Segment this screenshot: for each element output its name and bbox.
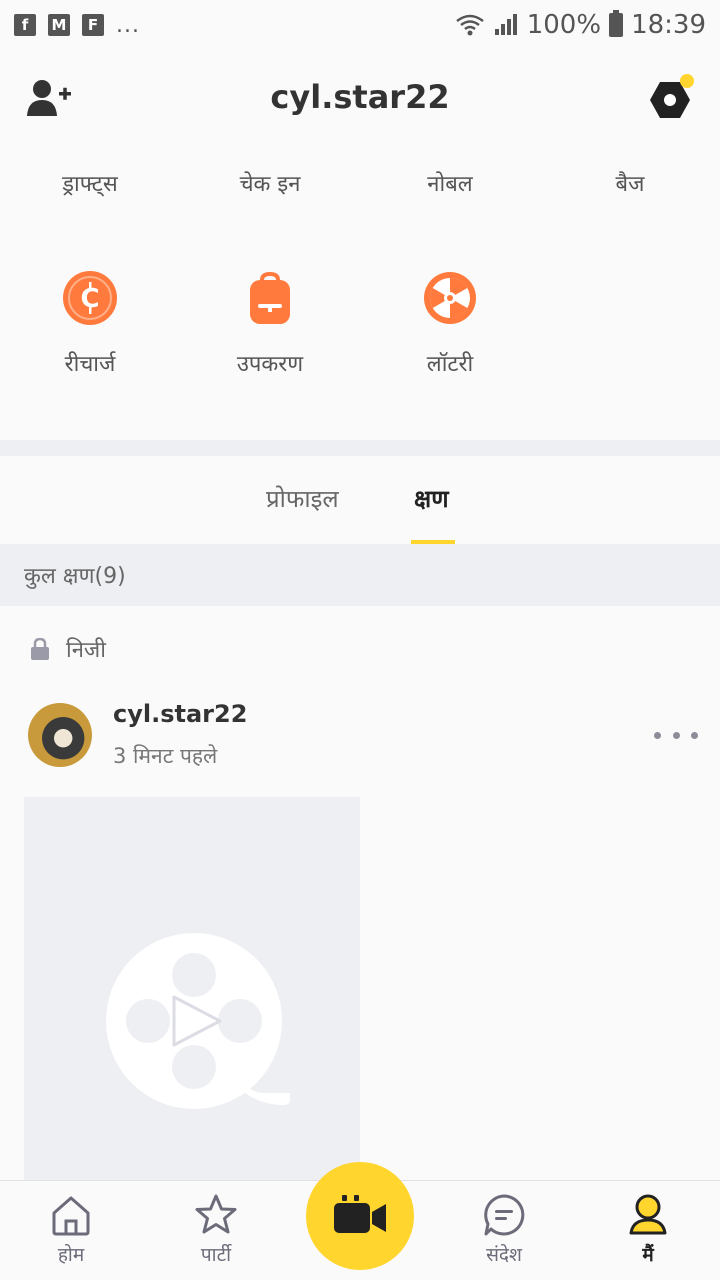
battery-percent: 100% [526,10,602,40]
section-divider [0,440,720,456]
status-bar: f M F ... 100% 18:39 [0,0,720,50]
gmail-icon: M [48,14,70,36]
avatar[interactable] [28,703,92,767]
flipboard-icon: F [82,14,104,36]
grid-item-drafts[interactable]: ड्राफ्ट्स [0,168,180,198]
privacy-label[interactable]: निजी [30,634,106,664]
add-friend-icon[interactable] [26,78,72,118]
feature-row-1: ड्राफ्ट्स चेक इन नोबल बैज [0,144,720,224]
grid-item-equipment[interactable]: उपकरण [180,270,360,378]
settings-button[interactable] [648,74,694,120]
nav-label: मैं [642,1244,654,1266]
tab-moments[interactable]: क्षण [414,482,449,515]
grid-item-noble[interactable]: नोबल [360,168,540,198]
lock-icon [31,638,49,660]
post-username[interactable]: cyl.star22 [113,700,247,728]
grid-item-label: नोबल [427,172,473,197]
notification-dot [680,74,694,88]
more-notifications: ... [116,12,140,38]
home-icon [52,1196,90,1236]
nav-label: पार्टी [200,1244,232,1266]
profile-header: cyl.star22 [0,50,720,144]
moments-count: कुल क्षण(9) [0,544,720,606]
battery-icon [609,10,624,37]
grid-item-label: बैज [615,172,645,197]
chat-bubble-icon [484,1194,525,1236]
post-timestamp: 3 मिनट पहले [113,744,218,768]
tab-profile[interactable]: प्रोफाइल [266,482,339,515]
grid-item-badge[interactable]: बैज [540,168,720,198]
grid-item-label: उपकरण [236,352,304,377]
nav-me[interactable]: मैं [578,1193,718,1267]
feature-row-2: C रीचार्ज उपकरण लॉटरी [0,270,720,390]
grid-item-label: चेक इन [239,172,301,197]
record-video-button[interactable] [306,1162,414,1270]
grid-item-label: रीचार्ज [64,352,116,377]
backpack-icon [242,270,298,326]
grid-item-label: लॉटरी [426,352,474,377]
nav-label: संदेश [486,1244,522,1266]
signal-icon [494,14,517,35]
page-title: cyl.star22 [270,78,450,116]
notification-icons: f M F ... [14,13,140,38]
nav-home[interactable]: होम [1,1193,141,1267]
nav-party[interactable]: पार्टी [146,1193,286,1267]
film-reel-play-icon [106,933,290,1109]
lottery-wheel-icon [422,270,478,326]
video-thumbnail[interactable] [24,797,360,1185]
system-status: 100% 18:39 [455,10,706,40]
profile-person-icon [629,1194,667,1235]
star-icon [195,1194,237,1234]
facebook-icon: f [14,14,36,36]
privacy-text: निजी [66,638,106,663]
grid-item-label: ड्राफ्ट्स [62,172,118,197]
feature-grid: ड्राफ्ट्स चेक इन नोबल बैज C रीचार्ज उपकर… [0,144,720,440]
clock: 18:39 [631,10,706,40]
grid-item-checkin[interactable]: चेक इन [180,168,360,198]
nav-label: होम [57,1244,85,1266]
dot-icon [654,731,661,739]
dot-icon [672,731,680,739]
profile-tabs: प्रोफाइल क्षण [0,456,720,544]
nav-messages[interactable]: संदेश [434,1193,574,1267]
grid-item-lottery[interactable]: लॉटरी [360,270,540,378]
more-options-button[interactable] [654,722,698,748]
video-camera-icon [334,1195,386,1233]
dot-icon [691,731,698,739]
wifi-icon [455,14,484,36]
grid-item-recharge[interactable]: C रीचार्ज [0,270,180,378]
coin-icon: C [62,270,118,326]
